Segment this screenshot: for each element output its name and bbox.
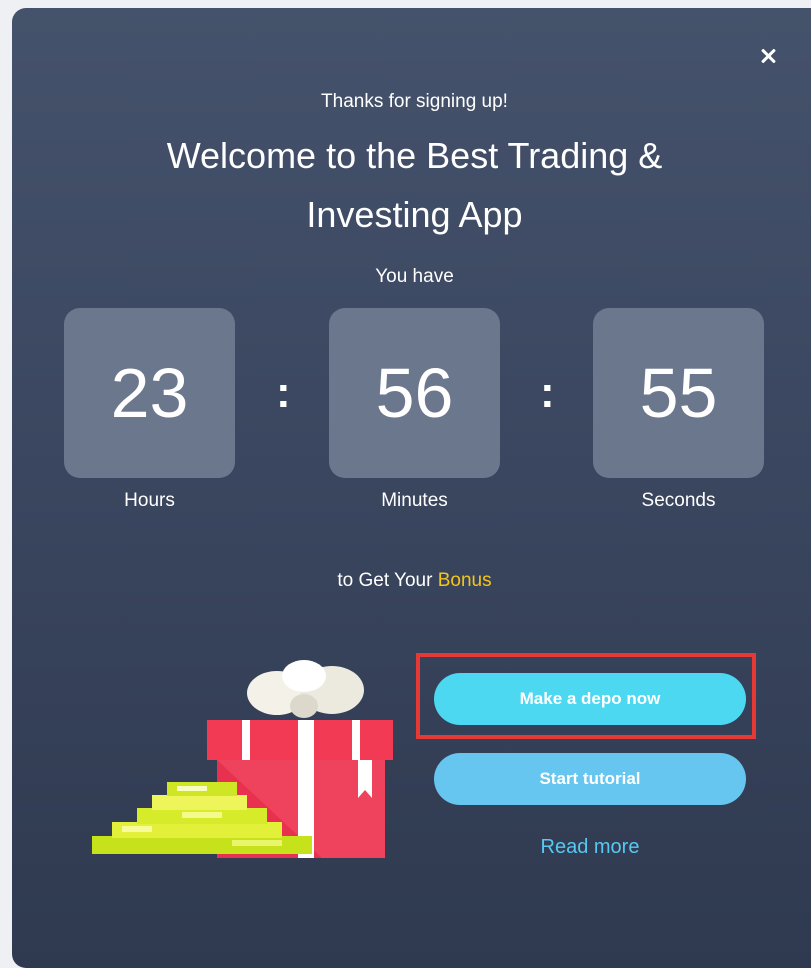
bonus-word: Bonus xyxy=(437,570,492,591)
bow-icon xyxy=(247,660,364,718)
close-icon[interactable] xyxy=(756,44,780,68)
make-deposit-button[interactable]: Make a depo now xyxy=(434,673,746,725)
seconds-label: Seconds xyxy=(641,490,716,511)
hours-label: Hours xyxy=(124,490,175,511)
countdown-intro-text: You have xyxy=(375,266,454,287)
hours-box: 23 xyxy=(64,308,235,478)
bonus-text: to Get Your Bonus xyxy=(12,570,811,592)
minutes-box: 56 xyxy=(329,308,500,478)
bonus-prefix-text: to Get Your xyxy=(337,570,438,591)
minutes-label: Minutes xyxy=(381,490,448,511)
seconds-value: 55 xyxy=(639,354,718,432)
timer-separator: : xyxy=(540,368,555,417)
signup-thanks-text: Thanks for signing up! xyxy=(321,91,508,112)
seconds-box: 55 xyxy=(593,308,764,478)
gift-and-coins-illustration xyxy=(92,660,393,858)
timer-separator: : xyxy=(276,368,291,417)
minutes-value: 56 xyxy=(375,354,454,432)
modal-title: Welcome to the Best Trading & Investing … xyxy=(166,135,663,235)
make-deposit-label: Make a depo now xyxy=(519,689,661,708)
hours-value: 23 xyxy=(110,354,189,432)
start-tutorial-label: Start tutorial xyxy=(539,769,641,788)
welcome-modal: Thanks for signing up! Welcome to the Be… xyxy=(12,8,811,968)
read-more-link[interactable]: Read more xyxy=(434,836,746,859)
start-tutorial-button[interactable]: Start tutorial xyxy=(434,753,746,805)
